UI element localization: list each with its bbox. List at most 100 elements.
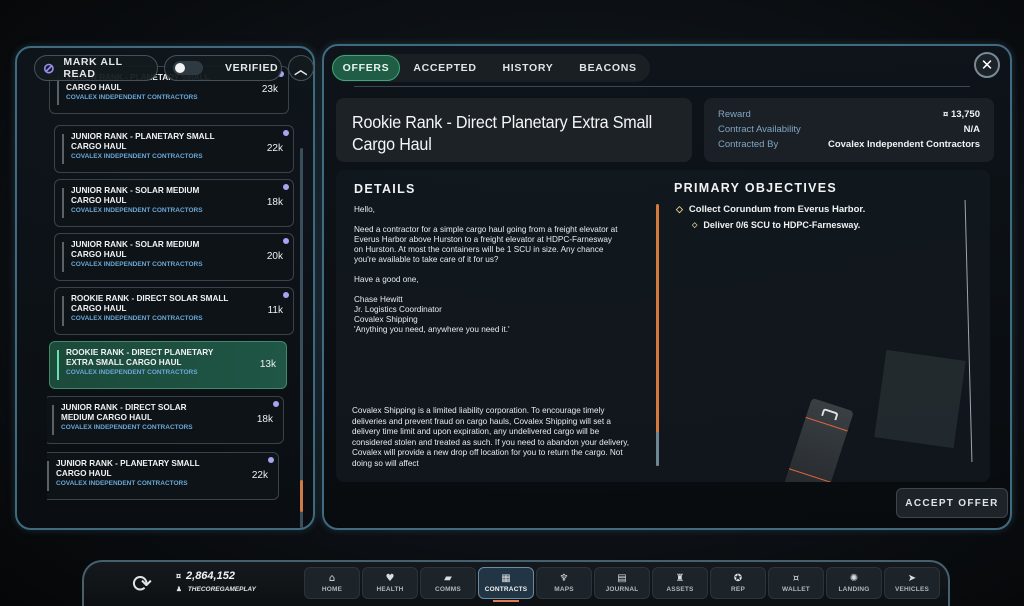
close-button[interactable]: ✕ xyxy=(974,52,1000,78)
offers-list-panel: ⊘ MARK ALL READ VERIFIED ︿ JUNIOR RANK -… xyxy=(15,46,315,530)
close-icon: ✕ xyxy=(980,56,994,74)
offer-title: JUNIOR RANK - PLANETARY SMALL CARGO HAUL xyxy=(71,132,215,151)
verified-toggle[interactable] xyxy=(173,61,203,75)
unread-dot-icon xyxy=(268,457,274,463)
nav-label: COMMS xyxy=(435,586,461,593)
list-toolbar: ⊘ MARK ALL READ VERIFIED ︿ xyxy=(34,55,314,81)
offer-reward: 20k xyxy=(266,251,283,262)
mobiglas-logo-icon: ⟳ xyxy=(132,570,153,598)
offer-title: JUNIOR RANK - DIRECT SOLAR MEDIUM CARGO … xyxy=(61,403,187,422)
nav-label: MAPS xyxy=(554,586,574,593)
contract-title-card: Rookie Rank - Direct Planetary Extra Sma… xyxy=(336,98,692,162)
tab-offers[interactable]: OFFERS xyxy=(332,55,400,81)
nav-wallet[interactable]: ¤ WALLET xyxy=(768,567,824,599)
tab-accepted[interactable]: ACCEPTED xyxy=(400,55,490,81)
details-text: Hello, Need a contractor for a simple ca… xyxy=(354,205,622,335)
offer-list-scroll-thumb[interactable] xyxy=(300,480,303,512)
offer-item[interactable]: JUNIOR RANK - DIRECT SOLAR MEDIUM CARGO … xyxy=(47,396,284,444)
details-scroll-thumb[interactable] xyxy=(656,204,659,466)
unread-dot-icon xyxy=(283,292,289,298)
nav-label: HOME xyxy=(321,586,343,593)
objectives-heading: PRIMARY OBJECTIVES xyxy=(674,181,838,195)
contracted-by-row: Contracted By Covalex Independent Contra… xyxy=(718,137,980,152)
nav-label: ASSETS xyxy=(666,586,694,593)
background-shape xyxy=(874,349,966,449)
offer-item[interactable]: JUNIOR RANK - SOLAR MEDIUM CARGO HAUL CO… xyxy=(54,179,294,227)
nav-comms[interactable]: ▰ COMMS xyxy=(420,567,476,599)
unread-dot-icon xyxy=(273,401,279,407)
nav-contracts[interactable]: ▦ CONTRACTS xyxy=(478,567,534,602)
offer-item[interactable]: ROOKIE RANK - DIRECT SOLAR SMALL CARGO H… xyxy=(54,287,294,335)
scroll-up-button[interactable]: ︿ xyxy=(288,55,314,81)
nav-maps[interactable]: ♆ MAPS xyxy=(536,567,592,599)
chat-icon: ▰ xyxy=(444,573,452,584)
tab-history[interactable]: HISTORY xyxy=(490,55,566,81)
signature-name: Chase Hewitt xyxy=(354,295,403,304)
offer-title: JUNIOR RANK - PLANETARY SMALL CARGO HAUL xyxy=(56,459,200,478)
offer-reward: 18k xyxy=(266,197,283,208)
vehicle-stripe xyxy=(788,468,832,482)
objective-diamond-icon: ◇ xyxy=(676,204,683,214)
offer-title: JUNIOR RANK - SOLAR MEDIUM CARGO HAUL xyxy=(71,240,200,259)
details-scrollbar[interactable] xyxy=(656,432,659,466)
wallet-icon: ¤ xyxy=(792,573,800,584)
nav-label: VEHICLES xyxy=(894,586,930,593)
vehicle-stripe xyxy=(805,416,848,432)
map-icon: ♆ xyxy=(559,573,569,584)
details-greeting: Hello, xyxy=(354,205,375,214)
verified-label: VERIFIED xyxy=(225,62,279,74)
accept-offer-button[interactable]: ACCEPT OFFER xyxy=(896,488,1008,518)
legal-text: Covalex Shipping is a limited liability … xyxy=(352,406,630,468)
details-heading: DETAILS xyxy=(354,182,416,196)
credits-display: ¤ 2,864,152 xyxy=(176,570,235,582)
contract-tabs: OFFERS ACCEPTED HISTORY BEACONS xyxy=(332,54,650,82)
objective-subitem: ◇ Deliver 0/6 SCU to HDPC-Farnesway. xyxy=(692,220,860,230)
offer-contractor: COVALEX INDEPENDENT CONTRACTORS xyxy=(56,480,188,487)
contract-title: Rookie Rank - Direct Planetary Extra Sma… xyxy=(352,112,653,154)
offer-contractor: COVALEX INDEPENDENT CONTRACTORS xyxy=(71,315,203,322)
nav-rep[interactable]: ✪ REP xyxy=(710,567,766,599)
offer-title: ROOKIE RANK - DIRECT PLANETARY EXTRA SMA… xyxy=(66,348,214,367)
credits-value: 2,864,152 xyxy=(186,570,235,582)
objectives-scrollbar[interactable] xyxy=(964,200,973,462)
offer-reward: 11k xyxy=(267,305,283,316)
nav-assets[interactable]: ♜ ASSETS xyxy=(652,567,708,599)
unread-dot-icon xyxy=(283,238,289,244)
verified-filter[interactable]: VERIFIED xyxy=(164,55,282,81)
user-icon: ♟ xyxy=(176,586,182,593)
contract-summary-card: Reward ¤ 13,750 Contract Availability N/… xyxy=(704,98,994,162)
app-nav: ⌂ HOME ♥ HEALTH ▰ COMMS ▦ CONTRACTS ♆ MAPS ▤ J… xyxy=(304,567,940,602)
offer-list-scrollbar[interactable] xyxy=(300,148,303,528)
nav-label: CONTRACTS xyxy=(484,586,528,593)
nav-vehicles[interactable]: ➤ VEHICLES xyxy=(884,567,940,599)
offer-reward: 23k xyxy=(261,84,278,95)
signature-company: Covalex Shipping xyxy=(354,315,418,324)
unread-dot-icon xyxy=(283,130,289,136)
offer-contractor: COVALEX INDEPENDENT CONTRACTORS xyxy=(66,94,198,101)
nav-health[interactable]: ♥ HEALTH xyxy=(362,567,418,599)
credits-icon: ¤ xyxy=(176,571,182,581)
signature-motto: 'Anything you need, anywhere you need it… xyxy=(354,325,510,334)
offer-item[interactable]: JUNIOR RANK - PLANETARY SMALL CARGO HAUL… xyxy=(47,452,279,500)
assets-icon: ♜ xyxy=(675,573,685,584)
nav-landing[interactable]: ✺ LANDING xyxy=(826,567,882,599)
offer-reward: 18k xyxy=(256,414,273,425)
offer-item[interactable]: JUNIOR RANK - SOLAR MEDIUM CARGO HAUL CO… xyxy=(54,233,294,281)
contracted-by-value: Covalex Independent Contractors xyxy=(827,139,980,150)
offer-contractor: COVALEX INDEPENDENT CONTRACTORS xyxy=(71,261,203,268)
reward-label: Reward xyxy=(718,109,751,120)
vehicle-logo-icon xyxy=(821,407,839,421)
vehicles-icon: ➤ xyxy=(907,573,917,584)
offer-item-selected[interactable]: ROOKIE RANK - DIRECT PLANETARY EXTRA SMA… xyxy=(49,341,287,389)
contracts-icon: ▦ xyxy=(501,573,511,584)
nav-journal[interactable]: ▤ JOURNAL xyxy=(594,567,650,599)
nav-home[interactable]: ⌂ HOME xyxy=(304,567,360,599)
username: THECOREGAMEPLAY xyxy=(187,585,256,593)
mark-all-read-button[interactable]: ⊘ MARK ALL READ xyxy=(34,55,158,81)
offer-item[interactable]: JUNIOR RANK - PLANETARY SMALL CARGO HAUL… xyxy=(54,125,294,173)
contracted-by-label: Contracted By xyxy=(718,139,779,150)
objective-item: ◇ Collect Corundum from Everus Harbor. xyxy=(676,204,865,215)
tab-beacons[interactable]: BEACONS xyxy=(566,55,650,81)
journal-icon: ▤ xyxy=(617,573,627,584)
mobiglas-dock: ⟳ ¤ 2,864,152 ♟ THECOREGAMEPLAY ⌂ HOME ♥ H… xyxy=(82,560,950,606)
